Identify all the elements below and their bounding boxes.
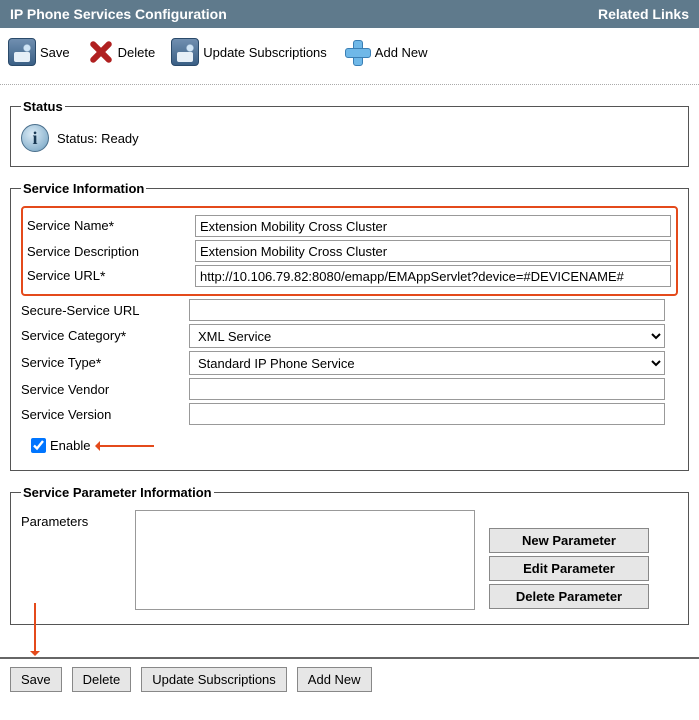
service-category-select[interactable]: XML Service [189,324,665,348]
update-icon [171,38,199,66]
update-subscriptions-button[interactable]: Update Subscriptions [171,38,327,66]
enable-checkbox[interactable] [31,438,46,453]
service-type-label: Service Type* [21,355,189,371]
update-label: Update Subscriptions [203,45,327,60]
service-desc-label: Service Description [27,244,195,259]
add-new-button-bottom[interactable]: Add New [297,667,372,692]
edit-parameter-button[interactable]: Edit Parameter [489,556,649,581]
parameters-listbox[interactable] [135,510,475,610]
service-url-input[interactable] [195,265,671,287]
service-vendor-input[interactable] [189,378,665,400]
service-category-label: Service Category* [21,328,189,344]
toolbar: Save Delete Update Subscriptions Add New [0,28,699,85]
service-name-input[interactable] [195,215,671,237]
related-links[interactable]: Related Links [598,6,689,22]
bottom-button-row: Save Delete Update Subscriptions Add New [0,657,699,700]
enable-label: Enable [50,438,90,453]
new-parameter-button[interactable]: New Parameter [489,528,649,553]
add-new-button[interactable]: Add New [343,38,428,66]
annotation-arrow-enable [96,445,154,447]
status-fieldset: Status i Status: Ready [10,99,689,167]
delete-parameter-button[interactable]: Delete Parameter [489,584,649,609]
service-type-select[interactable]: Standard IP Phone Service [189,351,665,375]
service-url-label: Service URL* [27,268,195,284]
delete-button[interactable]: Delete [86,38,156,66]
service-vendor-label: Service Vendor [21,382,189,397]
service-info-legend: Service Information [21,181,146,196]
annotation-arrow-save [34,603,36,655]
page-title: IP Phone Services Configuration [10,6,227,22]
save-button[interactable]: Save [8,38,70,66]
save-button-bottom[interactable]: Save [10,667,62,692]
service-desc-input[interactable] [195,240,671,262]
service-name-label: Service Name* [27,218,195,234]
service-parameter-fieldset: Service Parameter Information Parameters… [10,485,689,625]
status-legend: Status [21,99,65,114]
update-subscriptions-button-bottom[interactable]: Update Subscriptions [141,667,287,692]
secure-url-input[interactable] [189,299,665,321]
save-label: Save [40,45,70,60]
service-version-label: Service Version [21,407,189,422]
info-icon: i [21,124,49,152]
delete-label: Delete [118,45,156,60]
delete-icon [86,38,114,66]
parameters-label: Parameters [21,510,121,529]
param-legend: Service Parameter Information [21,485,214,500]
highlighted-fields: Service Name* Service Description Servic… [21,206,678,296]
plus-icon [343,38,371,66]
service-version-input[interactable] [189,403,665,425]
service-information-fieldset: Service Information Service Name* Servic… [10,181,689,471]
status-text: Status: Ready [57,131,139,146]
secure-url-label: Secure-Service URL [21,303,189,318]
header-bar: IP Phone Services Configuration Related … [0,0,699,28]
delete-button-bottom[interactable]: Delete [72,667,132,692]
add-label: Add New [375,45,428,60]
save-icon [8,38,36,66]
